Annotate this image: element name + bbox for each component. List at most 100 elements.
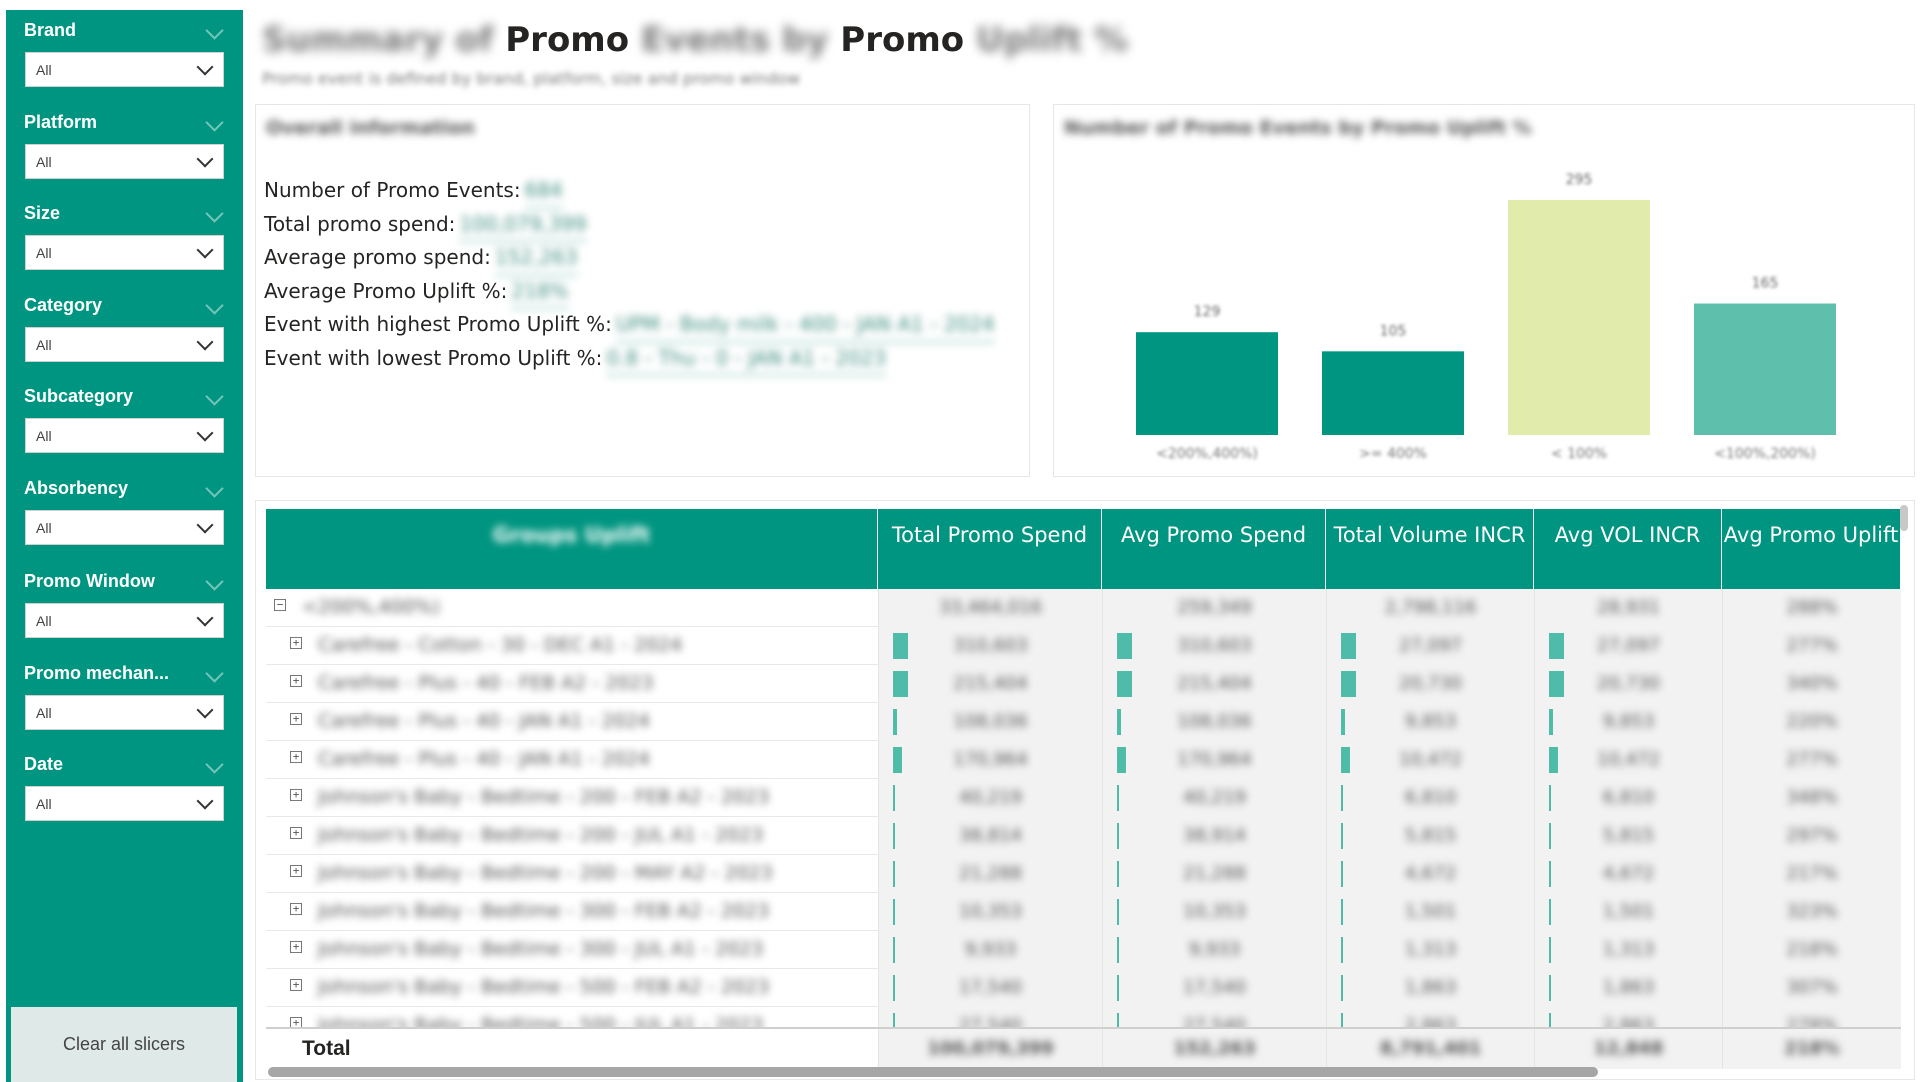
value-cell: 215,404 <box>878 665 1102 703</box>
value-cell: 323% <box>1722 893 1901 931</box>
expand-icon[interactable]: + <box>290 637 302 649</box>
table-row[interactable]: + Carefree - Cotton - 30 - DEC A1 - 2024 3… <box>266 627 1901 665</box>
table-row[interactable]: + Carefree - Plus - 40 - JAN A1 - 2024 170… <box>266 741 1901 779</box>
title-blurred-part: Summary of <box>262 20 494 60</box>
table-row[interactable]: + Johnson's Baby - Bedtime - 200 - JUL A1… <box>266 817 1901 855</box>
cell-value: 21,288 <box>959 863 1022 884</box>
slicer-dropdown[interactable]: All <box>25 327 224 362</box>
slicer-dropdown[interactable]: All <box>25 144 224 179</box>
horizontal-scrollbar[interactable] <box>268 1067 1598 1077</box>
expand-icon[interactable]: + <box>290 865 302 877</box>
cell-value: 17,540 <box>1183 977 1246 998</box>
group-cell: + Carefree - Plus - 40 - FEB A2 - 2023 <box>266 665 878 703</box>
info-line: Event with highest Promo Uplift %: UPM - … <box>264 309 995 343</box>
value-cell: 17,540 <box>1102 969 1326 1007</box>
row-label: Johnson's Baby - Bedtime - 500 - FEB A2 … <box>318 976 770 998</box>
category-label: >= 400% <box>1359 446 1427 462</box>
chevron-down-icon[interactable] <box>205 204 224 223</box>
slicer-label: Brand <box>24 20 77 40</box>
chevron-down-icon[interactable] <box>205 21 224 40</box>
slicer-label: Absorbency <box>24 478 129 498</box>
expand-icon[interactable]: + <box>290 941 302 953</box>
table-row[interactable]: + Johnson's Baby - Bedtime - 200 - MAY A2… <box>266 855 1901 893</box>
table-row[interactable]: + Johnson's Baby - Bedtime - 200 - FEB A2… <box>266 779 1901 817</box>
cell-value: 38,814 <box>959 825 1022 846</box>
cell-value: 1,501 <box>1602 901 1655 922</box>
column-header-label: Avg Promo Uplift <box>1723 523 1899 547</box>
value-cell: 297% <box>1722 817 1901 855</box>
slicer-dropdown[interactable]: All <box>25 510 224 545</box>
info-line: Event with lowest Promo Uplift %: 0.8 - T… <box>264 343 995 376</box>
cell-value: 27,540 <box>959 1015 1022 1027</box>
expand-icon[interactable]: + <box>290 903 302 915</box>
bar[interactable] <box>1508 199 1650 435</box>
expand-icon[interactable]: + <box>290 1017 302 1027</box>
cell-value: 217% <box>1786 863 1838 884</box>
table-row[interactable]: + Johnson's Baby - Bedtime - 500 - FEB A2… <box>266 969 1901 1007</box>
chevron-down-icon[interactable] <box>205 755 224 774</box>
bar[interactable] <box>1322 351 1464 435</box>
cell-value: 340% <box>1786 673 1838 694</box>
column-header[interactable]: Total Promo Spend <box>878 509 1102 589</box>
cell-value: 40,219 <box>1183 787 1246 808</box>
column-header[interactable]: Avg Promo Spend <box>1102 509 1326 589</box>
table-row[interactable]: + Johnson's Baby - Bedtime - 500 - JUL A1… <box>266 1007 1901 1027</box>
table-row[interactable]: + Johnson's Baby - Bedtime - 300 - FEB A2… <box>266 893 1901 931</box>
value-cell: 38,814 <box>878 817 1102 855</box>
slicer-dropdown[interactable]: All <box>25 603 224 638</box>
bar[interactable] <box>1136 332 1278 435</box>
expand-icon[interactable]: + <box>290 979 302 991</box>
column-header[interactable]: Avg Promo Uplift <box>1722 509 1901 589</box>
slicer-date: Date All <box>6 744 243 824</box>
value-cell: 277% <box>1722 627 1901 665</box>
collapse-icon[interactable]: − <box>274 599 286 611</box>
value-cell: 9,933 <box>1102 931 1326 969</box>
value-cell: 220% <box>1722 703 1901 741</box>
table-body[interactable]: − <200%,400%) 33,464,016 259,349 2,798,116 28… <box>266 589 1901 1027</box>
group-row[interactable]: − <200%,400%) 33,464,016 259,349 2,798,116 28… <box>266 589 1901 627</box>
expand-icon[interactable]: + <box>290 675 302 687</box>
table-row[interactable]: + Carefree - Plus - 40 - JAN A1 - 2024 108… <box>266 703 1901 741</box>
column-header[interactable]: Avg VOL INCR <box>1534 509 1722 589</box>
cell-value: 27,097 <box>1399 635 1462 656</box>
expand-icon[interactable]: + <box>290 789 302 801</box>
slicer-dropdown[interactable]: All <box>25 235 224 270</box>
bar[interactable] <box>1694 303 1836 435</box>
expand-icon[interactable]: + <box>290 751 302 763</box>
value-cell: 10,353 <box>1102 893 1326 931</box>
chevron-down-icon[interactable] <box>205 664 224 683</box>
column-header[interactable]: Total Volume INCR <box>1326 509 1534 589</box>
slicer-subcategory: Subcategory All <box>6 376 243 456</box>
cell-value: 215,404 <box>953 673 1028 694</box>
slicer-dropdown[interactable]: All <box>25 695 224 730</box>
cell-value: 170,964 <box>953 749 1028 770</box>
table-row[interactable]: + Johnson's Baby - Bedtime - 300 - JUL A1… <box>266 931 1901 969</box>
chevron-down-icon[interactable] <box>205 479 224 498</box>
slicer-selected-value: All <box>36 796 52 812</box>
chevron-down-icon[interactable] <box>205 387 224 406</box>
value-cell: 28,931 <box>1534 589 1722 627</box>
cell-value: 10,472 <box>1597 749 1660 770</box>
value-cell: 278% <box>1722 1007 1901 1027</box>
slicer-dropdown[interactable]: All <box>25 786 224 821</box>
chevron-down-icon[interactable] <box>205 113 224 132</box>
group-cell: + Carefree - Plus - 40 - JAN A1 - 2024 <box>266 703 878 741</box>
column-header[interactable]: Groups Uplift <box>266 509 878 589</box>
expand-icon[interactable]: + <box>290 827 302 839</box>
expand-icon[interactable]: + <box>290 713 302 725</box>
row-label: Johnson's Baby - Bedtime - 500 - JUL A1 … <box>318 1014 764 1027</box>
chevron-down-icon[interactable] <box>205 572 224 591</box>
chevron-down-icon[interactable] <box>205 296 224 315</box>
table-total-row: Total 100,079,399 152,263 8,791,401 12,848 2… <box>266 1027 1901 1069</box>
column-header-label: Avg Promo Spend <box>1120 523 1307 547</box>
value-cell: 9,853 <box>1534 703 1722 741</box>
slicer-dropdown[interactable]: All <box>25 418 224 453</box>
clear-all-slicers-button[interactable]: Clear all slicers <box>11 1007 237 1082</box>
table-row[interactable]: + Carefree - Plus - 40 - FEB A2 - 2023 215… <box>266 665 1901 703</box>
cell-value: 288% <box>1786 597 1838 618</box>
info-line: Number of Promo Events: 684 <box>264 175 995 209</box>
uplift-bar-chart: Number of Promo Events by Promo Uplift %… <box>1053 104 1915 477</box>
value-cell: 218% <box>1722 931 1901 969</box>
vertical-scrollbar[interactable] <box>1900 505 1908 531</box>
slicer-dropdown[interactable]: All <box>25 52 224 87</box>
